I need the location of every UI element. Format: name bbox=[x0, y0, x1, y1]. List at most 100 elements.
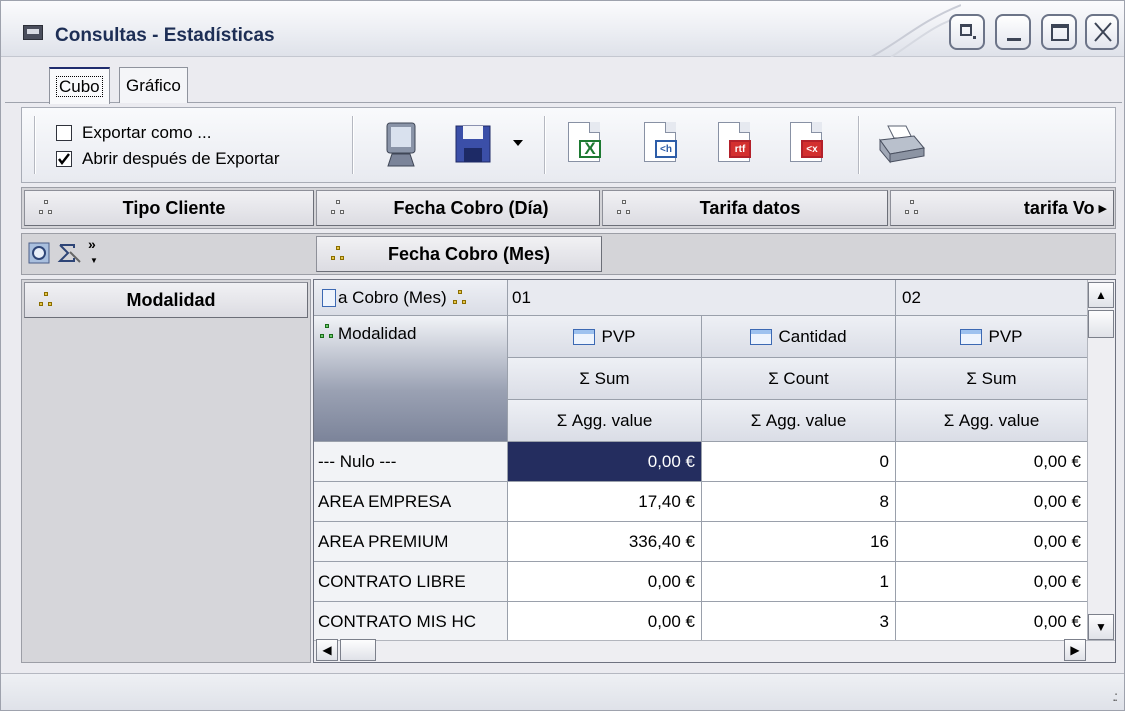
row-fields-area: Modalidad bbox=[21, 279, 311, 663]
field-modalidad[interactable]: Modalidad bbox=[24, 282, 308, 318]
table-cell[interactable]: 0,00 € bbox=[896, 562, 1088, 602]
table-cell[interactable]: 0,00 € bbox=[896, 442, 1088, 482]
arrow-left-icon: ◀ bbox=[322, 643, 332, 657]
table-cell[interactable]: 16 bbox=[702, 522, 896, 562]
field-label: Modalidad bbox=[126, 289, 216, 310]
tab-cubo[interactable]: Cubo bbox=[49, 67, 110, 104]
table-cell[interactable]: 3 bbox=[702, 602, 896, 642]
filter-fields-bar: Tipo Cliente Fecha Cobro (Día) Tarifa da… bbox=[21, 187, 1116, 229]
title-bar[interactable]: Consultas - Estadísticas bbox=[1, 1, 1124, 57]
table-cell[interactable]: 0,00 € bbox=[508, 602, 702, 642]
field-label: Tipo Cliente bbox=[122, 197, 226, 218]
scroll-right-icon[interactable]: ▶ bbox=[1099, 202, 1113, 215]
table-cell[interactable]: 0,00 € bbox=[508, 562, 702, 602]
field-label: Tarifa datos bbox=[699, 197, 801, 218]
close-button[interactable] bbox=[1085, 14, 1119, 50]
dropdown-arrow-icon[interactable]: ▼ bbox=[90, 256, 98, 265]
xml-export-icon[interactable]: <x bbox=[790, 122, 823, 162]
table-cell[interactable]: 0,00 € bbox=[896, 522, 1088, 562]
open-after-export-checkbox[interactable] bbox=[56, 151, 72, 167]
hierarchy-icon bbox=[331, 200, 345, 216]
vertical-scrollbar[interactable]: ▲ ▼ bbox=[1087, 280, 1115, 642]
restore-small-button[interactable] bbox=[949, 14, 985, 50]
html-export-icon[interactable]: <h bbox=[644, 122, 677, 162]
field-label: tarifa Vo bbox=[1023, 197, 1095, 218]
table-cell[interactable]: 0,00 € bbox=[508, 442, 702, 482]
search-data-icon[interactable] bbox=[28, 242, 52, 266]
pivot-grid[interactable]: a Cobro (Mes) 01 02 Modalidad PVP Cantid… bbox=[313, 279, 1116, 663]
field-tarifa-voz[interactable]: tarifa Vo ▶ bbox=[890, 190, 1114, 226]
sigma-filter-icon[interactable] bbox=[56, 242, 82, 266]
row-header[interactable]: CONTRATO LIBRE bbox=[314, 562, 508, 602]
row-header[interactable]: AREA PREMIUM bbox=[314, 522, 508, 562]
row-header[interactable]: --- Nulo --- bbox=[314, 442, 508, 482]
measure-header[interactable]: PVP bbox=[508, 316, 702, 358]
export-as-checkbox[interactable] bbox=[56, 125, 72, 141]
aggregation-header[interactable]: Σ Sum bbox=[896, 358, 1088, 400]
hierarchy-icon bbox=[452, 289, 467, 306]
toolbar-separator bbox=[34, 116, 36, 174]
row-header[interactable]: AREA EMPRESA bbox=[314, 482, 508, 522]
maximize-button[interactable] bbox=[1041, 14, 1077, 50]
minimize-button[interactable] bbox=[995, 14, 1031, 50]
scroll-thumb[interactable] bbox=[1088, 310, 1114, 338]
row-field-header[interactable]: Modalidad bbox=[314, 316, 508, 442]
table-icon bbox=[750, 328, 773, 345]
column-field-header[interactable]: a Cobro (Mes) bbox=[314, 280, 508, 316]
value-header[interactable]: Σ Agg. value bbox=[508, 400, 702, 442]
checkmark-icon bbox=[58, 153, 70, 165]
field-tarifa-datos[interactable]: Tarifa datos bbox=[602, 190, 888, 226]
table-cell[interactable]: 0,00 € bbox=[896, 602, 1088, 642]
measure-name: PVP bbox=[988, 326, 1023, 346]
column-fields-bar: » ▼ Fecha Cobro (Mes) bbox=[21, 233, 1116, 275]
open-after-export-option[interactable]: Abrir después de Exportar bbox=[56, 148, 280, 170]
tab-strip: Cubo Gráfico bbox=[5, 59, 1122, 104]
field-tipo-cliente[interactable]: Tipo Cliente bbox=[24, 190, 314, 226]
more-icon[interactable]: » bbox=[88, 236, 96, 252]
title-decoration-icon bbox=[871, 4, 961, 57]
scroll-up-button[interactable]: ▲ bbox=[1088, 282, 1114, 308]
column-group-header[interactable]: 02 bbox=[896, 280, 1088, 316]
field-fecha-cobro-mes[interactable]: Fecha Cobro (Mes) bbox=[316, 236, 602, 272]
table-cell[interactable]: 1 bbox=[702, 562, 896, 602]
aggregation-header[interactable]: Σ Count bbox=[702, 358, 896, 400]
hierarchy-icon bbox=[39, 200, 53, 216]
dropdown-arrow-icon[interactable] bbox=[512, 138, 524, 148]
table-cell[interactable]: 8 bbox=[702, 482, 896, 522]
resize-grip-icon[interactable]: .: bbox=[1112, 688, 1118, 704]
monitor-icon[interactable] bbox=[382, 122, 422, 172]
window-title: Consultas - Estadísticas bbox=[55, 25, 275, 46]
value-header[interactable]: Σ Agg. value bbox=[896, 400, 1088, 442]
table-icon bbox=[573, 328, 596, 345]
field-label: Fecha Cobro (Día) bbox=[393, 197, 549, 218]
measure-header[interactable]: PVP bbox=[896, 316, 1088, 358]
arrow-up-icon: ▲ bbox=[1095, 288, 1107, 302]
export-as-option[interactable]: Exportar como ... bbox=[56, 122, 211, 144]
scroll-thumb[interactable] bbox=[340, 639, 376, 661]
measure-header[interactable]: Cantidad bbox=[702, 316, 896, 358]
scroll-left-button[interactable]: ◀ bbox=[316, 639, 338, 661]
excel-export-icon[interactable]: X bbox=[568, 122, 601, 162]
field-fecha-cobro-dia[interactable]: Fecha Cobro (Día) bbox=[316, 190, 600, 226]
open-after-export-label: Abrir después de Exportar bbox=[82, 149, 280, 168]
aggregation-header[interactable]: Σ Sum bbox=[508, 358, 702, 400]
value-header[interactable]: Σ Agg. value bbox=[702, 400, 896, 442]
rtf-export-icon[interactable]: rtf bbox=[718, 122, 751, 162]
scroll-right-button[interactable]: ▶ bbox=[1064, 639, 1086, 661]
table-cell[interactable]: 0 bbox=[702, 442, 896, 482]
measure-name: Cantidad bbox=[778, 326, 847, 346]
save-icon[interactable] bbox=[454, 124, 494, 166]
export-as-label: Exportar como ... bbox=[82, 123, 212, 142]
field-label: Fecha Cobro (Mes) bbox=[387, 243, 551, 264]
column-group-header[interactable]: 01 bbox=[508, 280, 896, 316]
table-cell[interactable]: 336,40 € bbox=[508, 522, 702, 562]
tab-grafico[interactable]: Gráfico bbox=[119, 67, 188, 103]
printer-icon[interactable] bbox=[876, 124, 926, 166]
scroll-down-button[interactable]: ▼ bbox=[1088, 614, 1114, 640]
table-cell[interactable]: 0,00 € bbox=[896, 482, 1088, 522]
horizontal-scrollbar[interactable]: ◀ ▶ bbox=[314, 639, 1115, 662]
status-bar: .: bbox=[1, 673, 1124, 710]
row-field-header-label: Modalidad bbox=[338, 324, 417, 343]
row-header[interactable]: CONTRATO MIS HC bbox=[314, 602, 508, 642]
table-cell[interactable]: 17,40 € bbox=[508, 482, 702, 522]
